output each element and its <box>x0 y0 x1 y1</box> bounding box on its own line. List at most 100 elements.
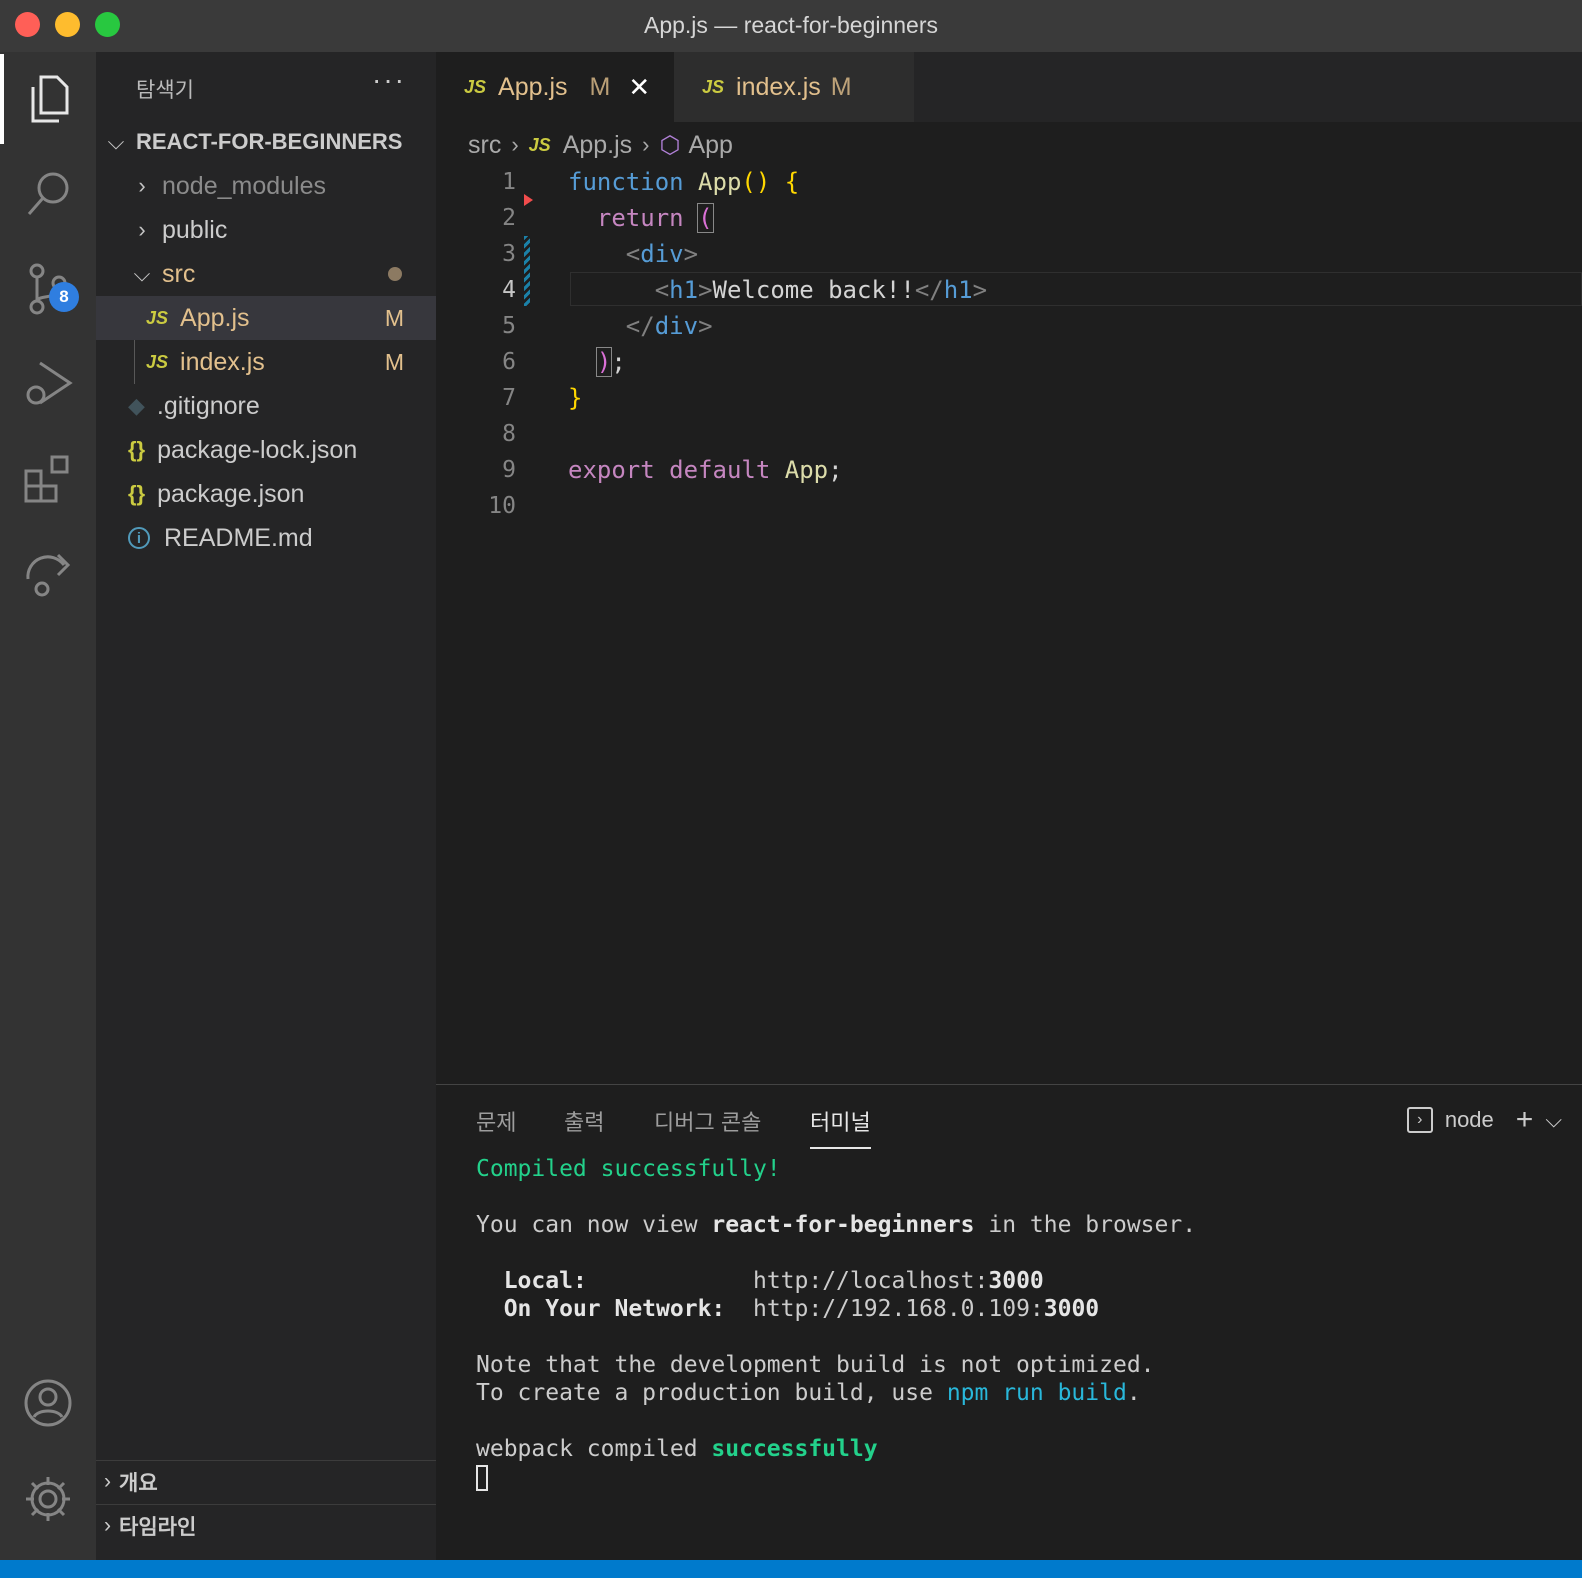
settings-gear-icon[interactable] <box>0 1454 96 1544</box>
outline-section[interactable]: › 개요 <box>96 1460 436 1503</box>
tab-app-js[interactable]: JS App.js M ✕ <box>436 52 674 122</box>
terminal-text: To create a production build, use <box>476 1380 947 1406</box>
chevron-down-icon[interactable]: ⌵ <box>1545 1107 1562 1133</box>
json-file-icon: {} <box>128 437 146 462</box>
explorer-title: 탐색기 <box>136 79 194 102</box>
window-title: App.js — react-for-beginners <box>643 12 938 38</box>
token: </ <box>914 276 944 304</box>
tree-item-package-lock-json[interactable]: {} package-lock.json <box>96 428 436 472</box>
terminal-text: webpack compiled <box>476 1436 712 1462</box>
token: < <box>654 276 670 304</box>
token: > <box>972 276 988 304</box>
terminal-cursor <box>476 1464 488 1491</box>
bottom-panel: 문제 출력 디버그 콘솔 터미널 › node + ⌵ Compiled suc… <box>436 1084 1582 1561</box>
terminal-text: You can now view <box>476 1212 712 1238</box>
search-icon[interactable] <box>0 148 96 238</box>
tab-index-js[interactable]: JS index.js M <box>674 52 914 122</box>
tree-item-src[interactable]: ⌵ src <box>96 252 436 296</box>
token: default <box>669 456 771 484</box>
modified-dot-icon <box>388 267 402 281</box>
token: function <box>568 168 684 196</box>
run-debug-icon[interactable] <box>0 338 96 428</box>
remote-explorer-icon[interactable] <box>0 528 96 618</box>
modified-status: M <box>384 348 404 375</box>
javascript-file-icon: JS <box>528 134 551 155</box>
code-line: 8 <box>436 416 1582 452</box>
chevron-right-icon: › <box>138 217 146 242</box>
git-file-icon: ◆ <box>128 393 145 418</box>
code-editor[interactable]: 1 function App() { 2 return ( 3 <div> 4 … <box>436 164 1582 1084</box>
terminal-name[interactable]: node <box>1445 1107 1494 1133</box>
code-line: 7 } <box>436 380 1582 416</box>
terminal-line: Compiled successfully! <box>476 1156 781 1182</box>
token: > <box>698 312 713 340</box>
token: Welcome back!! <box>712 276 915 304</box>
line-number: 2 <box>502 205 516 231</box>
status-bar <box>0 1560 1582 1578</box>
terminal-text: 3000 <box>1043 1296 1100 1322</box>
line-number: 8 <box>502 421 516 447</box>
more-actions-icon[interactable]: ··· <box>372 64 406 96</box>
terminal-text: npm run build <box>946 1380 1127 1406</box>
tab-debug-console[interactable]: 디버그 콘솔 <box>654 1105 761 1137</box>
code-line: 2 return ( <box>436 200 1582 236</box>
token: ( <box>697 203 714 233</box>
token: () <box>741 168 771 196</box>
chevron-down-icon: ⌵ <box>107 129 125 154</box>
extensions-icon[interactable] <box>0 434 96 524</box>
modified-status: M <box>384 304 404 331</box>
line-number: 9 <box>502 457 516 483</box>
explorer-sidebar: 탐색기 ··· ⌵ REACT-FOR-BEGINNERS › node_mod… <box>96 52 436 1560</box>
line-number: 5 <box>502 313 516 339</box>
modified-status: M <box>589 72 611 101</box>
token: h1 <box>943 276 973 304</box>
token: div <box>654 312 699 340</box>
symbol-cube-icon: ⬡ <box>659 131 681 159</box>
terminal-output[interactable]: Compiled successfully! You can now view … <box>476 1155 1196 1491</box>
tab-terminal[interactable]: 터미널 <box>810 1105 871 1149</box>
breadcrumb-folder[interactable]: src <box>468 131 501 160</box>
info-file-icon: i <box>128 527 150 549</box>
terminal-text: . <box>1126 1380 1141 1406</box>
tree-item-gitignore[interactable]: ◆ .gitignore <box>96 384 436 428</box>
token: } <box>568 384 583 412</box>
tree-item-public[interactable]: › public <box>96 208 436 252</box>
source-control-badge: 8 <box>49 282 79 312</box>
line-number: 10 <box>488 493 516 519</box>
javascript-file-icon: JS <box>464 76 487 97</box>
terminal-text: http://192.168.0.109: <box>752 1296 1044 1322</box>
token: App <box>784 456 829 484</box>
breadcrumb-file[interactable]: App.js <box>563 131 632 160</box>
token: { <box>784 168 800 196</box>
terminal-text: Local: <box>503 1268 587 1294</box>
activity-bar: 8 <box>0 52 96 1560</box>
terminal-text: react-for-beginners <box>711 1212 975 1238</box>
tree-item-app-js[interactable]: JS App.js M <box>96 296 436 340</box>
line-number: 7 <box>502 385 516 411</box>
token: > <box>683 240 699 268</box>
workspace-root-folder[interactable]: ⌵ REACT-FOR-BEGINNERS <box>96 120 436 164</box>
chevron-right-icon: › <box>104 1470 111 1493</box>
source-control-icon[interactable]: 8 <box>0 244 96 334</box>
line-number: 3 <box>502 241 516 267</box>
breadcrumb-symbol[interactable]: App <box>688 131 732 160</box>
tree-item-package-json[interactable]: {} package.json <box>96 472 436 516</box>
account-icon[interactable] <box>0 1358 96 1448</box>
tab-problems[interactable]: 문제 <box>476 1105 516 1137</box>
terminal-text: 3000 <box>988 1268 1044 1294</box>
token: App <box>698 168 742 196</box>
modified-status: M <box>830 72 852 101</box>
tree-item-index-js[interactable]: JS index.js M <box>96 340 436 384</box>
tree-item-node-modules[interactable]: › node_modules <box>96 164 436 208</box>
line-number: 4 <box>502 277 516 303</box>
terminal-text: successfully <box>711 1436 878 1462</box>
tab-output[interactable]: 출력 <box>564 1105 604 1137</box>
token: > <box>698 276 713 304</box>
add-terminal-icon[interactable]: + <box>1516 1103 1534 1137</box>
timeline-section[interactable]: › 타임라인 <box>96 1504 436 1547</box>
code-line: 9 export default App; <box>436 452 1582 488</box>
chevron-right-icon: › <box>104 1514 111 1537</box>
close-icon[interactable]: ✕ <box>628 72 650 103</box>
tree-item-readme-md[interactable]: i README.md <box>96 516 436 560</box>
explorer-icon[interactable] <box>0 54 96 144</box>
